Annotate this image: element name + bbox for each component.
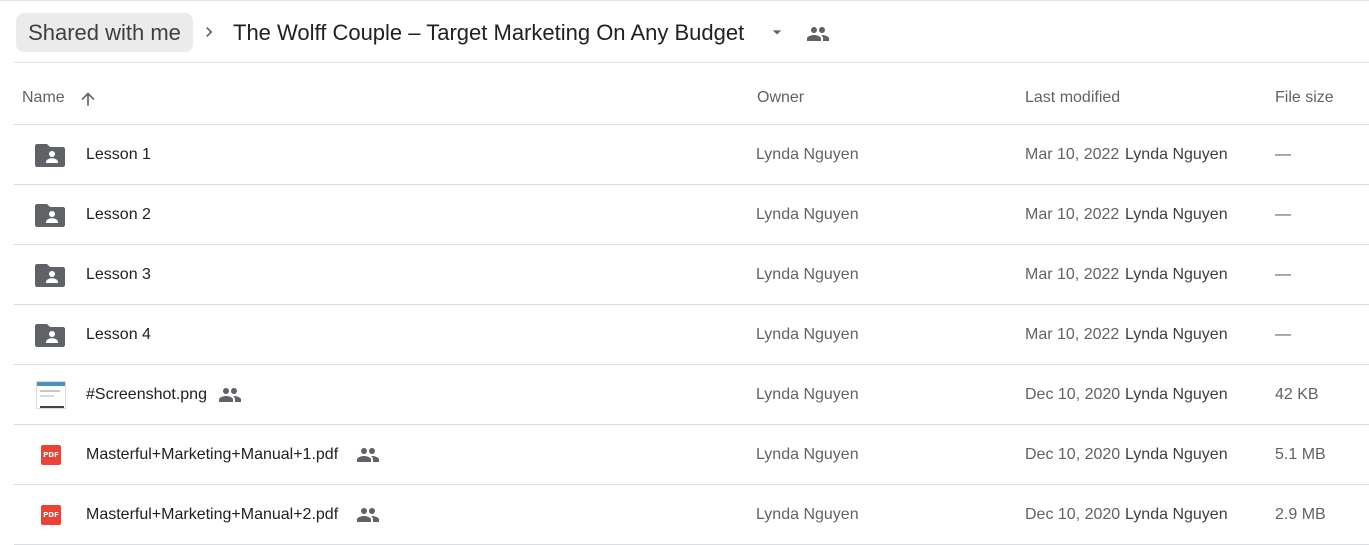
column-header-row: Name Owner Last modified File size: [14, 63, 1369, 125]
file-owner: Lynda Nguyen: [756, 386, 859, 403]
file-name[interactable]: Lesson 1: [86, 125, 151, 184]
shared-folder-icon: [35, 324, 65, 347]
shared-people-icon[interactable]: [806, 22, 830, 46]
file-modified-date: Dec 10, 2020: [1025, 506, 1121, 523]
file-modified-date: Dec 10, 2020: [1025, 386, 1121, 403]
file-modified-date: Mar 10, 2022: [1025, 266, 1120, 283]
file-owner: Lynda Nguyen: [756, 446, 859, 463]
breadcrumb: Shared with me The Wolff Couple – Target…: [0, 0, 1369, 63]
file-name[interactable]: Masterful+Marketing+Manual+2.pdf: [86, 485, 338, 544]
shared-folder-icon: [35, 144, 65, 167]
file-modified-by: Lynda Nguyen: [1125, 266, 1228, 283]
shared-folder-icon: [35, 204, 65, 227]
breadcrumb-shared-with-me[interactable]: Shared with me: [16, 13, 193, 52]
file-name[interactable]: Lesson 4: [86, 305, 151, 364]
file-size: —: [1275, 326, 1291, 343]
file-modified-by: Lynda Nguyen: [1125, 506, 1228, 523]
file-modified-by: Lynda Nguyen: [1125, 146, 1228, 163]
file-size: 42 KB: [1275, 386, 1319, 403]
file-row[interactable]: PDF Masterful+Marketing+Manual+2.pdf Lyn…: [14, 485, 1369, 545]
file-modified-by: Lynda Nguyen: [1125, 446, 1228, 463]
file-modified-date: Mar 10, 2022: [1025, 146, 1120, 163]
caret-down-icon[interactable]: [767, 22, 787, 42]
column-header-file-size[interactable]: File size: [1275, 63, 1334, 124]
file-modified-by: Lynda Nguyen: [1125, 326, 1228, 343]
file-modified-date: Mar 10, 2022: [1025, 206, 1120, 223]
file-owner: Lynda Nguyen: [756, 206, 859, 223]
file-row[interactable]: PDF Masterful+Marketing+Manual+1.pdf Lyn…: [14, 425, 1369, 485]
column-header-owner[interactable]: Owner: [757, 63, 804, 124]
pdf-icon: PDF: [41, 505, 61, 525]
pdf-badge-label: PDF: [43, 451, 59, 459]
file-name[interactable]: #Screenshot.png: [86, 365, 207, 424]
file-modified-date: Mar 10, 2022: [1025, 326, 1120, 343]
arrow-up-icon[interactable]: [78, 89, 98, 109]
shared-folder-icon: [35, 264, 65, 287]
shared-people-icon: [357, 448, 379, 462]
file-modified-by: Lynda Nguyen: [1125, 206, 1228, 223]
image-thumbnail-icon: [36, 381, 66, 409]
column-header-last-modified[interactable]: Last modified: [1025, 63, 1120, 124]
file-name[interactable]: Masterful+Marketing+Manual+1.pdf: [86, 425, 338, 484]
file-modified-by: Lynda Nguyen: [1125, 386, 1228, 403]
file-modified-date: Dec 10, 2020: [1025, 446, 1121, 463]
file-row[interactable]: Lesson 1 Lynda Nguyen Mar 10, 2022 Lynda…: [14, 125, 1369, 185]
chevron-right-icon: [206, 27, 213, 37]
file-list: Lesson 1 Lynda Nguyen Mar 10, 2022 Lynda…: [14, 125, 1369, 545]
file-size: —: [1275, 206, 1291, 223]
pdf-badge-label: PDF: [43, 511, 59, 519]
file-row[interactable]: Lesson 3 Lynda Nguyen Mar 10, 2022 Lynda…: [14, 245, 1369, 305]
pdf-icon: PDF: [41, 445, 61, 465]
file-owner: Lynda Nguyen: [756, 266, 859, 283]
shared-people-icon: [219, 388, 241, 402]
shared-people-icon: [357, 508, 379, 522]
file-row[interactable]: #Screenshot.png Lynda Nguyen Dec 10, 202…: [14, 365, 1369, 425]
file-size: 2.9 MB: [1275, 506, 1326, 523]
file-row[interactable]: Lesson 2 Lynda Nguyen Mar 10, 2022 Lynda…: [14, 185, 1369, 245]
file-row[interactable]: Lesson 4 Lynda Nguyen Mar 10, 2022 Lynda…: [14, 305, 1369, 365]
file-size: —: [1275, 146, 1291, 163]
file-owner: Lynda Nguyen: [756, 146, 859, 163]
column-header-name[interactable]: Name: [22, 63, 65, 124]
file-name[interactable]: Lesson 3: [86, 245, 151, 304]
file-name[interactable]: Lesson 2: [86, 185, 151, 244]
breadcrumb-current-folder[interactable]: The Wolff Couple – Target Marketing On A…: [233, 13, 744, 52]
file-size: 5.1 MB: [1275, 446, 1326, 463]
file-size: —: [1275, 266, 1291, 283]
file-owner: Lynda Nguyen: [756, 506, 859, 523]
file-owner: Lynda Nguyen: [756, 326, 859, 343]
